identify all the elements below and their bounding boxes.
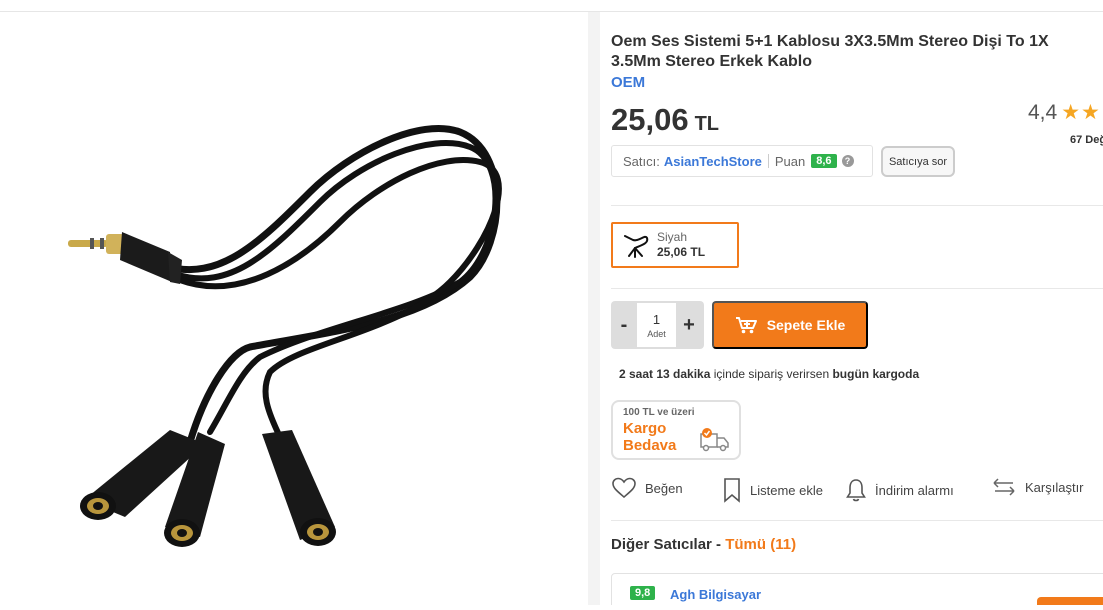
quantity-label: Adet (647, 328, 666, 339)
like-label: Beğen (645, 480, 683, 496)
seller-score-label: Puan (774, 153, 806, 169)
other-seller-name-link[interactable]: Agh Bilgisayar (670, 587, 761, 602)
audio-splitter-cable-image[interactable] (0, 12, 588, 605)
review-count[interactable]: 67 Değ (1070, 134, 1103, 146)
star-icon: ★★ (1061, 101, 1101, 124)
female-jack-3 (262, 430, 336, 546)
column-divider (588, 12, 600, 605)
variant-price: 25,06 TL (657, 245, 706, 259)
free-cargo-badge: 100 TL ve üzeri Kargo Bedava (611, 400, 741, 460)
quantity-field[interactable]: 1 Adet (637, 303, 676, 347)
add-to-list-label: Listeme ekle (750, 482, 823, 498)
all-sellers-link[interactable]: Tümü (11) (725, 536, 796, 553)
divider (611, 205, 1103, 206)
seller-divider (767, 154, 769, 168)
add-to-cart-button[interactable]: Sepete Ekle (712, 301, 868, 349)
like-button[interactable]: Beğen (611, 477, 683, 499)
delivery-when: bugün kargoda (832, 367, 920, 381)
variant-option-siyah[interactable]: Siyah 25,06 TL (611, 222, 739, 268)
divider (611, 520, 1103, 521)
brand-link[interactable]: OEM (611, 74, 645, 91)
truck-icon (700, 428, 729, 452)
add-to-list-button[interactable]: Listeme ekle (722, 477, 823, 503)
ask-seller-button[interactable]: Satıcıya sor (881, 146, 955, 177)
cart-icon (735, 316, 757, 334)
seller-label: Satıcı: (623, 153, 660, 169)
help-icon[interactable]: ? (841, 155, 854, 167)
price-alarm-button[interactable]: İndirim alarmı (845, 477, 954, 503)
product-price: 25,06 TL (611, 102, 719, 138)
quantity-stepper: - 1 Adet + (611, 301, 704, 349)
divider (611, 288, 1103, 289)
quantity-increase-button[interactable]: + (676, 314, 702, 337)
bookmark-icon (724, 478, 740, 503)
product-title: Oem Ses Sistemi 5+1 Kablosu 3X3.5Mm Ster… (611, 33, 1049, 70)
price-currency: TL (694, 113, 720, 135)
heart-icon (612, 477, 636, 499)
product-actions: Beğen Listeme ekle İndirim alarmı Karşıl… (611, 477, 1103, 505)
other-sellers-title: Diğer Satıcılar - (611, 536, 726, 553)
other-sellers-heading: Diğer Satıcılar - Tümü (11) (611, 536, 796, 553)
quantity-decrease-button[interactable]: - (611, 314, 637, 337)
seller-name-link[interactable]: AsianTechStore (664, 154, 762, 169)
delivery-time: 2 saat 13 dakika (619, 367, 711, 381)
seller-info: Satıcı: AsianTechStore Puan 8,6 ? (611, 145, 873, 177)
free-cargo-label: Kargo Bedava (623, 420, 677, 454)
add-to-cart-label: Sepete Ekle (766, 317, 846, 333)
variant-name: Siyah (657, 230, 688, 244)
compare-arrows-icon (993, 478, 1015, 496)
compare-label: Karşılaştır (1025, 479, 1084, 495)
product-info-panel: Oem Ses Sistemi 5+1 Kablosu 3X3.5Mm Ster… (600, 12, 1103, 605)
seller-score-badge: 8,6 (811, 154, 837, 168)
product-image-panel (0, 12, 588, 605)
other-seller-add-to-cart-button[interactable] (1037, 597, 1103, 605)
price-value: 25,06 (611, 102, 689, 137)
free-cargo-threshold: 100 TL ve üzeri (623, 407, 695, 418)
cable-thumbnail-icon (624, 235, 649, 258)
quantity-value: 1 (652, 311, 661, 327)
other-seller-score-badge: 9,8 (630, 586, 656, 600)
delivery-info: 2 saat 13 dakika içinde sipariş verirsen… (619, 367, 919, 381)
bell-icon (846, 479, 866, 502)
rating-value: 4,4 (1028, 101, 1058, 124)
delivery-middle: içinde sipariş verirsen (710, 367, 833, 381)
rating-summary[interactable]: 4,4 ★★ (1028, 100, 1101, 125)
compare-button[interactable]: Karşılaştır (991, 477, 1084, 497)
price-alarm-label: İndirim alarmı (875, 482, 954, 498)
other-seller-card[interactable]: 9,8 Agh Bilgisayar (611, 573, 1103, 605)
